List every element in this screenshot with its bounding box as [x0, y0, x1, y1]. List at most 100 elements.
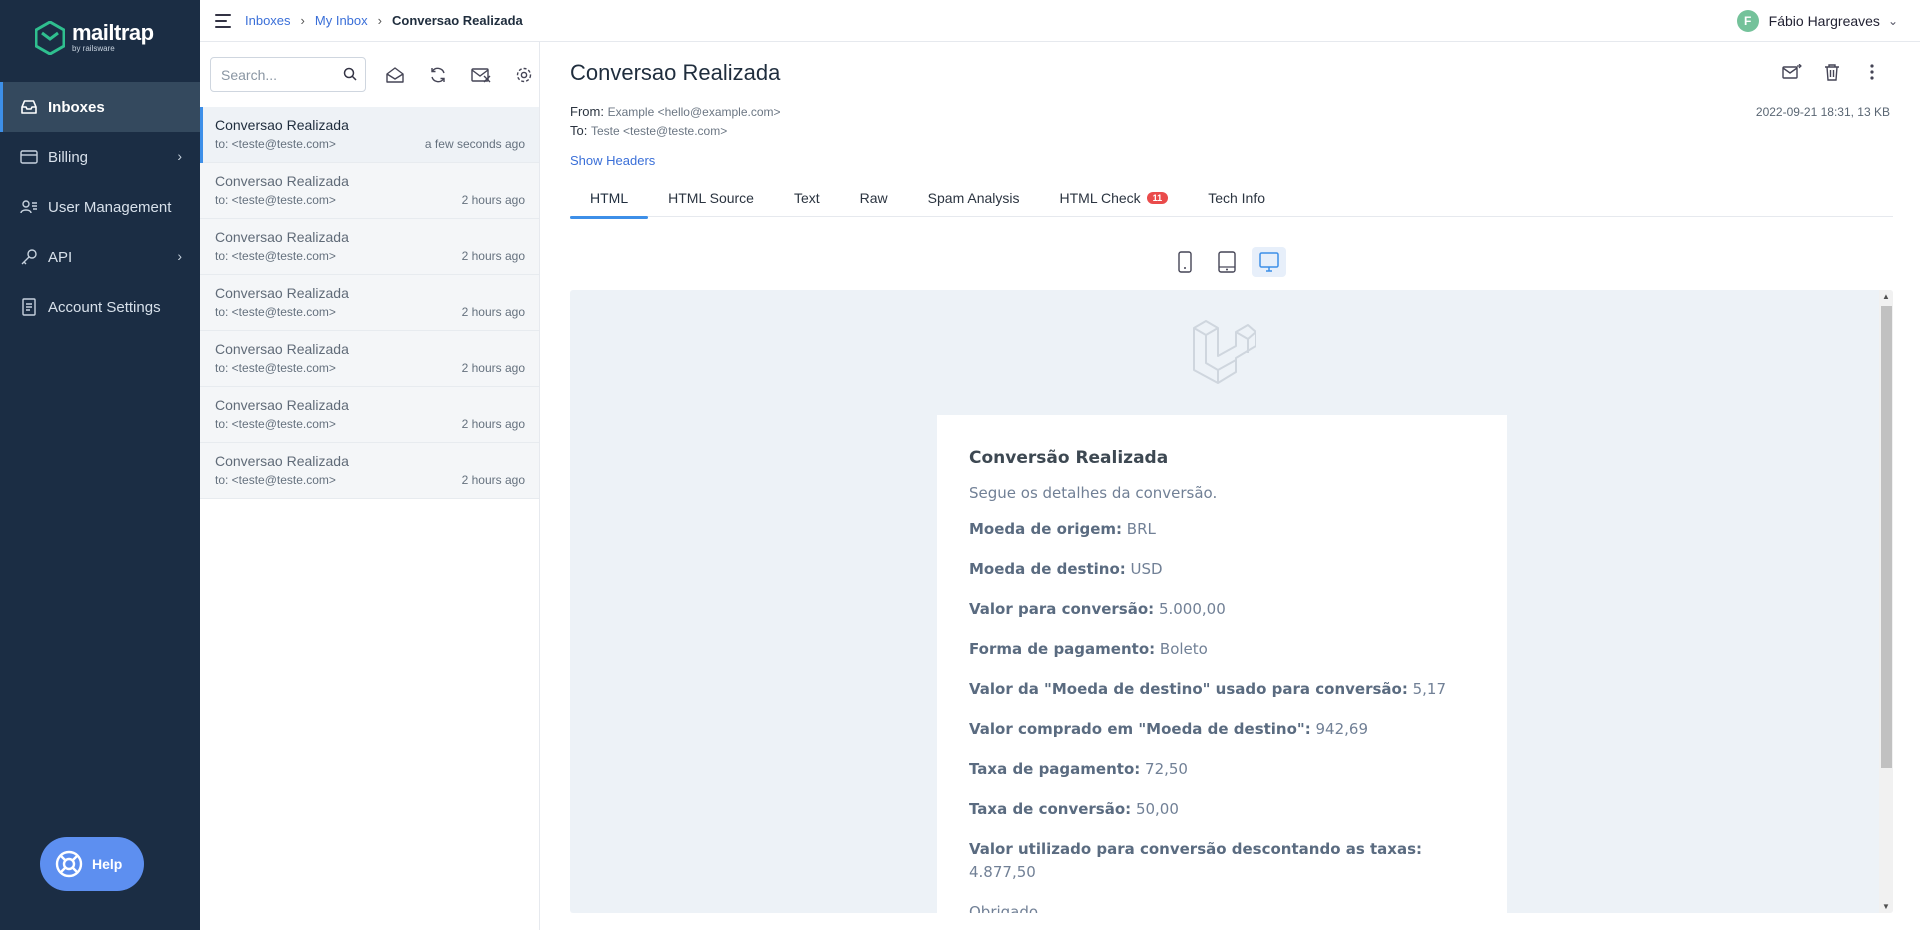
brand-tagline: by railsware: [72, 44, 115, 53]
detail-row: Taxa de pagamento: 72,50: [969, 758, 1475, 781]
search-input[interactable]: Search...: [210, 57, 367, 92]
message-time: a few seconds ago: [424, 137, 525, 151]
tab-label: Raw: [859, 190, 888, 206]
tab-text[interactable]: Text: [774, 179, 840, 217]
message-subject: Conversao Realizada: [215, 229, 349, 245]
message-time: 2 hours ago: [461, 417, 525, 431]
chevron-right-icon: ›: [177, 148, 182, 164]
breadcrumb-inboxes[interactable]: Inboxes: [245, 13, 291, 28]
email-closing: Obrigado,: [969, 903, 1043, 913]
card-icon: [20, 148, 38, 166]
desktop-view-icon[interactable]: [1252, 247, 1286, 277]
list-item[interactable]: Conversao Realizada to: <teste@teste.com>…: [200, 443, 539, 499]
breadcrumb-my-inbox[interactable]: My Inbox: [315, 13, 368, 28]
show-headers-link[interactable]: Show Headers: [570, 153, 655, 168]
brand-logo[interactable]: mailtrap by railsware: [34, 18, 154, 58]
tab-label: Tech Info: [1208, 190, 1266, 206]
detail-label: Moeda de origem:: [969, 520, 1123, 538]
detail-label: Taxa de conversão:: [969, 800, 1132, 818]
list-item[interactable]: Conversao Realizada to: <teste@teste.com>…: [200, 163, 539, 219]
search-placeholder: Search...: [221, 66, 278, 83]
email-preview[interactable]: Conversão Realizada Segue os detalhes da…: [570, 290, 1893, 913]
preview-scrollbar[interactable]: ▲ ▼: [1879, 290, 1893, 913]
message-view: Conversao Realizada From: Example <hello…: [540, 42, 1920, 930]
message-subject: Conversao Realizada: [215, 117, 349, 133]
user-name: Fábio Hargreaves: [1768, 13, 1880, 29]
scroll-down-arrow-icon[interactable]: ▼: [1882, 902, 1890, 911]
tab-label: HTML: [590, 190, 629, 206]
breadcrumb-separator: ›: [377, 13, 382, 28]
detail-value: USD: [1130, 560, 1163, 578]
tab-spam-analysis[interactable]: Spam Analysis: [908, 179, 1040, 217]
message-title: Conversao Realizada: [570, 60, 781, 85]
list-item[interactable]: Conversao Realizada to: <teste@teste.com>…: [200, 331, 539, 387]
sidebar-item-user-management[interactable]: User Management: [0, 182, 200, 232]
search-icon: [343, 67, 357, 81]
detail-value: 72,50: [1145, 760, 1188, 778]
tab-label: HTML Check: [1059, 190, 1141, 206]
tablet-view-icon[interactable]: [1210, 247, 1244, 277]
list-item[interactable]: Conversao Realizada to: <teste@teste.com>…: [200, 387, 539, 443]
detail-label: Valor utilizado para conversão descontan…: [969, 840, 1423, 858]
message-time: 2 hours ago: [461, 193, 525, 207]
detail-row: Forma de pagamento: Boleto: [969, 638, 1475, 661]
sidebar: mailtrap by railsware Inboxes Billing › …: [0, 0, 200, 930]
tab-label: HTML Source: [668, 190, 754, 206]
detail-value: BRL: [1126, 520, 1156, 538]
list-item[interactable]: Conversao Realizada to: <teste@teste.com>…: [200, 219, 539, 275]
avatar: F: [1736, 10, 1759, 32]
message-time: 2 hours ago: [461, 305, 525, 319]
gear-icon[interactable]: [510, 60, 539, 90]
from-label: From:: [570, 104, 604, 119]
mobile-view-icon[interactable]: [1168, 247, 1202, 277]
user-menu[interactable]: F Fábio Hargreaves ⌄: [1736, 10, 1898, 32]
tab-html[interactable]: HTML: [570, 179, 649, 219]
trash-icon[interactable]: [1822, 62, 1842, 82]
sidebar-item-account-settings[interactable]: Account Settings: [0, 282, 200, 332]
sidebar-item-label: API: [48, 248, 73, 266]
tab-raw[interactable]: Raw: [840, 179, 908, 217]
detail-value: 50,00: [1135, 800, 1179, 818]
message-time: 2 hours ago: [461, 249, 525, 263]
detail-row: Moeda de origem: BRL: [969, 518, 1475, 541]
message-subject: Conversao Realizada: [215, 397, 349, 413]
list-item[interactable]: Conversao Realizada to: <teste@teste.com>…: [200, 275, 539, 331]
brand-name: mailtrap: [72, 20, 154, 45]
lifebuoy-icon: [55, 850, 83, 878]
message-time: 2 hours ago: [461, 473, 525, 487]
chevron-down-icon: ⌄: [1887, 14, 1898, 28]
chevron-right-icon: ›: [177, 248, 182, 264]
tab-label: Spam Analysis: [927, 190, 1020, 206]
more-vertical-icon[interactable]: [1862, 62, 1882, 82]
forward-icon[interactable]: [1782, 62, 1802, 82]
detail-label: Valor da "Moeda de destino" usado para c…: [969, 680, 1408, 698]
from-line: From: Example <hello@example.com>: [570, 104, 781, 119]
sidebar-item-billing[interactable]: Billing ›: [0, 132, 200, 182]
detail-value: 4.877,50: [969, 863, 1036, 881]
mark-read-icon[interactable]: [380, 60, 409, 90]
clear-inbox-icon[interactable]: [467, 60, 496, 90]
detail-label: Taxa de pagamento:: [969, 760, 1141, 778]
help-button[interactable]: Help: [40, 837, 144, 891]
tab-html-source[interactable]: HTML Source: [648, 179, 774, 217]
scrollbar-thumb[interactable]: [1881, 306, 1892, 768]
sidebar-item-inboxes[interactable]: Inboxes: [0, 82, 200, 132]
tab-tech-info[interactable]: Tech Info: [1188, 179, 1285, 217]
list-item[interactable]: Conversao Realizada to: <teste@teste.com>…: [200, 107, 539, 163]
detail-value: 942,69: [1315, 720, 1369, 738]
scroll-up-arrow-icon[interactable]: ▲: [1882, 292, 1890, 301]
email-intro: Segue os detalhes da conversão.: [969, 484, 1218, 502]
detail-value: Boleto: [1159, 640, 1208, 658]
menu-toggle-icon[interactable]: [215, 13, 233, 28]
inbox-icon: [20, 98, 38, 116]
detail-label: Valor comprado em "Moeda de destino":: [969, 720, 1311, 738]
sidebar-item-label: Account Settings: [48, 298, 161, 316]
detail-row: Valor utilizado para conversão descontan…: [969, 838, 1475, 884]
refresh-icon[interactable]: [423, 60, 452, 90]
message-subject: Conversao Realizada: [215, 453, 349, 469]
sidebar-item-label: Inboxes: [48, 98, 105, 116]
tab-html-check[interactable]: HTML Check 11: [1040, 179, 1189, 217]
html-check-badge: 11: [1146, 192, 1169, 204]
sidebar-item-api[interactable]: API ›: [0, 232, 200, 282]
tab-label: Text: [793, 190, 820, 206]
